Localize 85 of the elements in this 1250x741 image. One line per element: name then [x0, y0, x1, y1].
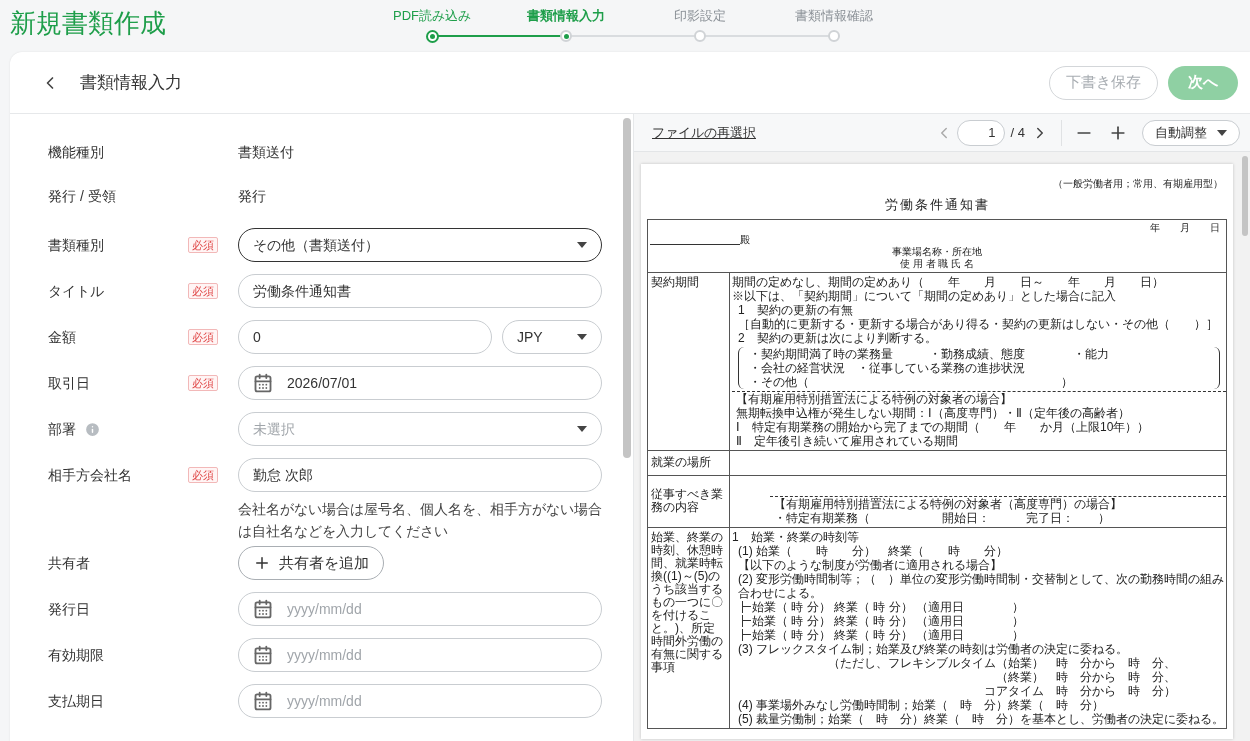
- document-text: 始業（ 時 分） 終業（ 時 分） （適用日 ）: [752, 627, 1024, 642]
- plus-icon: [253, 554, 271, 572]
- field-label: 有効期限: [48, 645, 104, 665]
- document-heading: 契約期間: [651, 275, 699, 289]
- document-text: ・契約期間満了時の業務量 ・勤務成績、態度 ・能力: [749, 346, 1110, 361]
- select-field[interactable]: その他（書類送付）: [238, 228, 602, 262]
- document-text: ・特定有期業務（ 開始日： 完了日： ）: [774, 510, 1111, 525]
- document-heading: 就業の場所: [651, 456, 711, 469]
- page-total: / 4: [1010, 123, 1025, 142]
- document-text: 始業（ 時 分） 終業（ 時 分） （適用日 ）: [752, 599, 1024, 614]
- scrollbar-thumb[interactable]: [1242, 156, 1248, 236]
- document-text: (2) 変形労働時間制等；（ ）単位の変形労働時間制・交替制として、次の勤務時間の組み合わせによる。: [737, 571, 1225, 600]
- hint-text: 会社名がない場合は屋号名、個人名を、相手方がない場合は自社名などを入力してください: [238, 500, 602, 541]
- step-label: 書類情報確認: [795, 7, 873, 25]
- required-badge: 必須: [188, 283, 218, 299]
- scrollbar-thumb[interactable]: [622, 118, 631, 458]
- date-field[interactable]: 2026/07/01: [238, 366, 602, 400]
- document-text: 1 契約の更新の有無: [737, 302, 854, 317]
- input-field[interactable]: 労働条件通知書: [238, 274, 602, 308]
- document-text: (5) 裁量労働制；始業（ 時 分）終業（ 時 分）を基本とし、労働者の決定に委ねる。: [737, 711, 1225, 726]
- currency-select[interactable]: JPY: [502, 320, 602, 354]
- field-label: 取引日: [48, 373, 90, 393]
- calendar-icon: [253, 691, 273, 711]
- document-text: 【有期雇用特別措置法による特例の対象者の場合】: [736, 391, 1013, 406]
- document-text: 1 始業・終業の時刻等: [732, 529, 860, 544]
- document-text: （ただし、フレキシブルタイム（始業） 時 分から 時 分、: [828, 655, 1177, 670]
- field-label: 相手方会社名: [48, 465, 132, 485]
- caret-icon: [577, 334, 587, 340]
- field-label: 部署: [48, 419, 76, 439]
- document-text: 無期転換申込権が発生しない期間：Ⅰ（高度専門）・Ⅱ（定年後の高齢者）: [736, 405, 1131, 420]
- add-sharer-button[interactable]: 共有者を追加: [238, 546, 384, 580]
- document-text: (1) 始業（ 時 分） 終業（ 時 分）: [737, 543, 1009, 558]
- document-text: コアタイム 時 分から 時 分）: [984, 683, 1177, 698]
- caret-icon: [577, 426, 587, 432]
- document-text: ・その他（ ）: [749, 374, 1074, 389]
- document-text: 使 用 者 職 氏 名: [900, 257, 974, 270]
- amount-field[interactable]: 0: [238, 320, 492, 354]
- field-label: タイトル: [48, 281, 104, 301]
- calendar-icon: [253, 599, 273, 619]
- document-text: (4) 事業場外みなし労働時間制；始業（ 時 分）終業（ 時 分）: [737, 697, 1105, 712]
- zoom-select[interactable]: 自動調整: [1142, 119, 1240, 146]
- document-text: ・会社の経営状況 ・従事している業務の進捗状況: [749, 360, 1026, 375]
- reselect-file-link[interactable]: ファイルの再選択: [652, 122, 756, 143]
- document-text: ［自動的に更新する・更新する場合があり得る・契約の更新はしない・その他（ ）］: [737, 316, 1219, 331]
- required-badge: 必須: [188, 329, 218, 345]
- input-field[interactable]: 勤怠 次郎: [238, 458, 602, 492]
- page-number-field[interactable]: 1: [956, 119, 1005, 146]
- field-label: 支払期日: [48, 691, 104, 711]
- document-text: （一般労働者用；常用、有期雇用型）: [1053, 177, 1224, 191]
- document-text: ※以下は、「契約期間」について「期間の定めあり」とした場合に記入: [732, 288, 1117, 303]
- field-label: 書類種別: [48, 235, 104, 255]
- required-badge: 必須: [188, 237, 218, 253]
- document-text: （終業） 時 分から 時 分、: [996, 669, 1177, 684]
- calendar-icon: [253, 645, 273, 665]
- step-label: 印影設定: [674, 7, 726, 25]
- document-text: (3) フレックスタイム制；始業及び終業の時刻は労働者の決定に委ねる。: [737, 641, 1129, 656]
- document-text: 【有期雇用特別措置法による特例の対象者（高度専門）の場合】: [774, 496, 1123, 511]
- required-badge: 必須: [188, 375, 218, 391]
- caret-icon: [577, 242, 587, 248]
- document-title: 労働条件通知書: [884, 196, 990, 214]
- document-text: 殿: [740, 233, 750, 246]
- field-label: 発行 / 受領: [48, 187, 116, 206]
- document-text: 事業場名称・所在地: [892, 245, 982, 258]
- document-heading: 従事すべき業務の内容: [651, 488, 724, 514]
- field-label: 機能種別: [48, 143, 104, 162]
- field-value: 書類送付: [238, 143, 294, 162]
- document-text: Ⅰ 特定有期業務の開始から完了までの期間（ 年 か月（上限10年））: [736, 419, 1151, 434]
- document-text: 始業（ 時 分） 終業（ 時 分） （適用日 ）: [752, 613, 1024, 628]
- field-label: 金額: [48, 327, 76, 347]
- field-value: 発行: [238, 187, 266, 206]
- app-title: 新規書類作成: [9, 7, 166, 38]
- document-heading: 始業、終業の時刻、休憩時間、就業時転換((1)～(5)のうち該当するもの一つに〇を付けること。)、所定時間外労働の有無に関する事項: [651, 530, 724, 674]
- document-text: 2 契約の更新は次により判断する。: [737, 330, 938, 345]
- document-text: 【以下のような制度が労働者に適用される場合】: [737, 557, 1003, 572]
- document-text: 年 月 日: [1150, 221, 1221, 234]
- calendar-icon: [253, 373, 273, 393]
- page-title: 書類情報入力: [80, 71, 182, 94]
- caret-icon: [1217, 129, 1227, 136]
- document-text: Ⅱ 定年後引き続いて雇用されている期間: [736, 433, 959, 448]
- step-label: 書類情報入力: [527, 7, 605, 25]
- field-label: 発行日: [48, 599, 90, 619]
- required-badge: 必須: [188, 467, 218, 483]
- document-text: 期間の定めなし、期間の定めあり（ 年 月 日～ 年 月 日）: [732, 274, 1165, 289]
- field-label: 共有者: [48, 553, 90, 573]
- step-label: PDF読み込み: [393, 7, 471, 25]
